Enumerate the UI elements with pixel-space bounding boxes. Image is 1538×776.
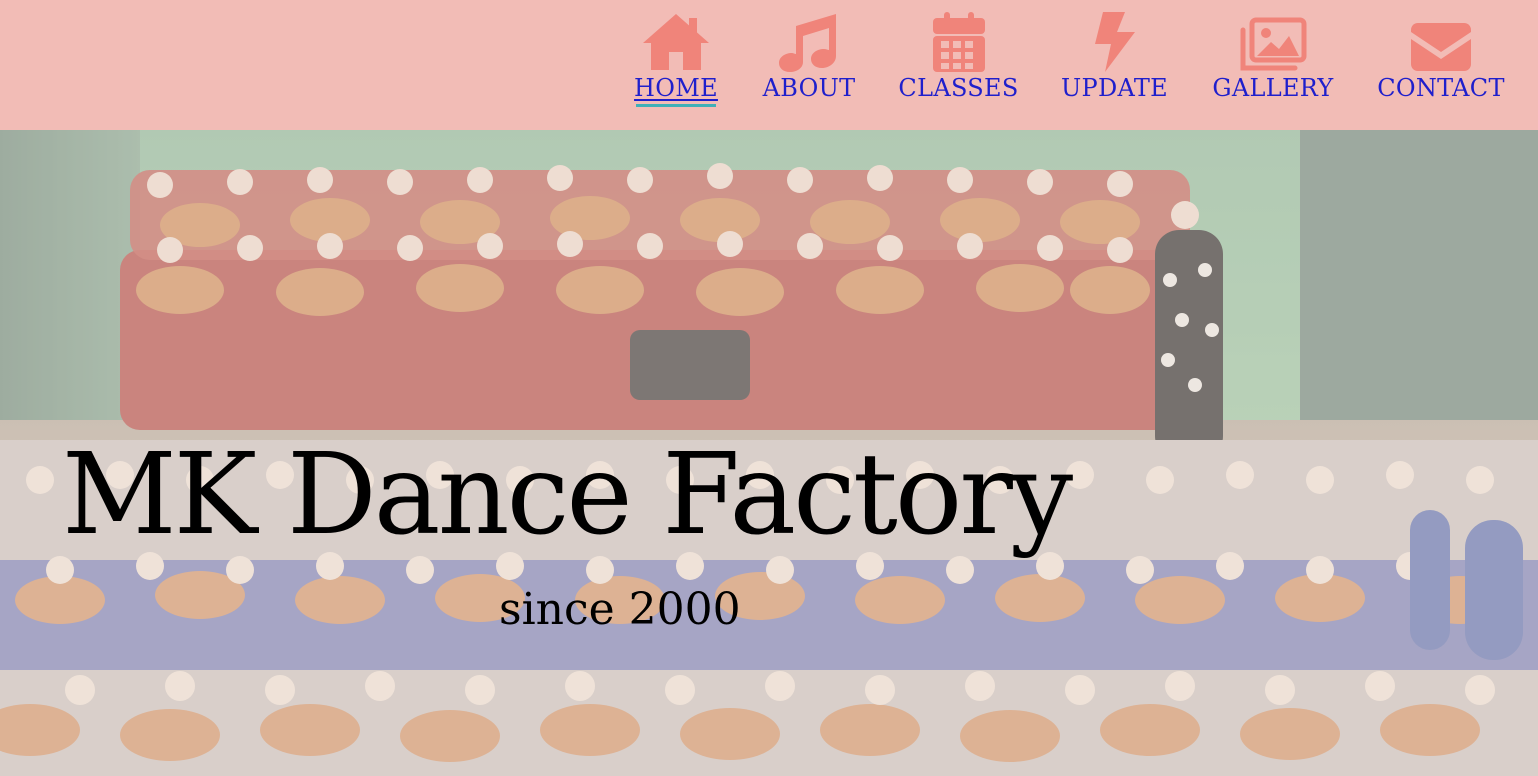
main-nav: HOME ABOUT CLASSES UPDATE GALLERY CONTAC…: [0, 0, 1538, 130]
calendar-icon: [932, 10, 986, 72]
active-underline: [636, 104, 716, 107]
nav-label-about: ABOUT: [762, 74, 856, 102]
nav-item-home[interactable]: HOME: [634, 10, 718, 107]
hero-section: MK Dance Factory since 2000: [0, 130, 1538, 776]
site-header: HOME ABOUT CLASSES UPDATE GALLERY CONTAC…: [0, 0, 1538, 130]
hero-title: MK Dance Factory: [62, 430, 1073, 560]
images-icon: [1239, 10, 1307, 72]
music-note-icon: [778, 10, 840, 72]
nav-label-gallery: GALLERY: [1212, 74, 1334, 102]
nav-item-update[interactable]: UPDATE: [1061, 10, 1168, 102]
nav-label-home: HOME: [634, 74, 718, 102]
nav-item-classes[interactable]: CLASSES: [898, 10, 1018, 102]
nav-label-classes: CLASSES: [898, 74, 1019, 102]
nav-item-about[interactable]: ABOUT: [763, 10, 855, 102]
nav-label-contact: CONTACT: [1377, 74, 1505, 102]
nav-label-update: UPDATE: [1061, 74, 1168, 102]
lightning-bolt-icon: [1091, 10, 1139, 72]
home-icon: [641, 10, 711, 72]
nav-item-contact[interactable]: CONTACT: [1377, 10, 1505, 102]
nav-item-gallery[interactable]: GALLERY: [1212, 10, 1334, 102]
hero-subtitle: since 2000: [499, 584, 741, 635]
envelope-icon: [1410, 10, 1472, 72]
